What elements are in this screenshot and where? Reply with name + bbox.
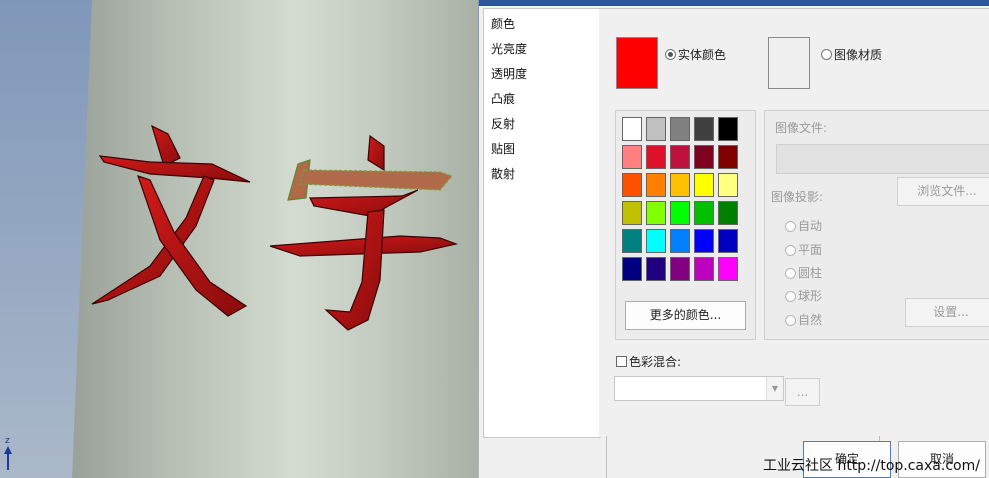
palette-swatch[interactable] <box>622 229 642 253</box>
category-bump[interactable]: 凸痕 <box>491 90 515 107</box>
palette-swatch[interactable] <box>694 173 714 197</box>
category-texture-map[interactable]: 贴图 <box>491 140 515 157</box>
image-file-label: 图像文件: <box>775 121 828 135</box>
projection-cylinder-label: 圆柱 <box>798 266 823 280</box>
current-color-swatch[interactable] <box>616 37 658 89</box>
palette-swatch[interactable] <box>718 117 738 141</box>
palette-swatch[interactable] <box>694 201 714 225</box>
watermark-text: 工业云社区 http://top.caxa.com/ <box>763 458 980 474</box>
color-settings-panel: 实体颜色 图像材质 更多的颜色... 图像文件: 浏览文件... 图像投影: 自… <box>599 8 989 437</box>
color-blend-checkbox[interactable] <box>616 356 627 367</box>
palette-swatch[interactable] <box>670 117 690 141</box>
projection-auto-radio[interactable] <box>785 221 796 232</box>
projection-settings-button[interactable]: 设置... <box>905 298 989 327</box>
solid-color-label: 实体颜色 <box>678 48 727 62</box>
category-glossiness[interactable]: 光亮度 <box>491 40 527 57</box>
viewport-scene <box>0 0 480 478</box>
browse-file-button[interactable]: 浏览文件... <box>897 177 989 206</box>
image-texture-label: 图像材质 <box>834 48 883 62</box>
image-texture-radio[interactable] <box>821 49 832 60</box>
category-color[interactable]: 颜色 <box>491 15 515 32</box>
3d-viewport[interactable]: z <box>0 0 480 478</box>
footer-divider <box>606 436 607 478</box>
palette-swatch[interactable] <box>694 117 714 141</box>
palette-swatch[interactable] <box>670 173 690 197</box>
palette-swatch[interactable] <box>670 145 690 169</box>
image-file-group: 图像文件: 浏览文件... 图像投影: 自动 平面 圆柱 球形 自然 设置... <box>764 110 989 340</box>
palette-swatch[interactable] <box>718 229 738 253</box>
palette-swatch[interactable] <box>694 257 714 281</box>
projection-sphere-label: 球形 <box>798 289 823 303</box>
palette-swatch[interactable] <box>646 201 666 225</box>
image-file-field[interactable] <box>776 144 989 174</box>
palette-swatch[interactable] <box>718 173 738 197</box>
palette-swatch[interactable] <box>646 173 666 197</box>
palette-swatch[interactable] <box>718 201 738 225</box>
palette-swatch[interactable] <box>622 257 642 281</box>
more-colors-button[interactable]: 更多的颜色... <box>625 301 746 330</box>
material-dialog: 颜色 光亮度 透明度 凸痕 反射 贴图 散射 实体颜色 图像材质 更多的颜色..… <box>479 0 989 478</box>
color-blend-select[interactable]: ▼ <box>614 376 784 401</box>
image-texture-swatch[interactable] <box>768 37 810 89</box>
category-list[interactable]: 颜色 光亮度 透明度 凸痕 反射 贴图 散射 <box>483 8 601 438</box>
projection-natural-label: 自然 <box>798 313 823 327</box>
dialog-titlebar <box>479 0 989 6</box>
palette-swatch[interactable] <box>646 145 666 169</box>
projection-plane-label: 平面 <box>798 243 823 257</box>
category-reflection[interactable]: 反射 <box>491 115 515 132</box>
projection-natural-radio[interactable] <box>785 315 796 326</box>
palette-swatch[interactable] <box>670 257 690 281</box>
palette-swatch[interactable] <box>622 201 642 225</box>
palette-swatch[interactable] <box>694 229 714 253</box>
color-palette <box>622 117 742 287</box>
palette-swatch[interactable] <box>622 117 642 141</box>
category-scatter[interactable]: 散射 <box>491 165 515 182</box>
palette-swatch[interactable] <box>646 229 666 253</box>
projection-auto-label: 自动 <box>798 219 823 233</box>
palette-group: 更多的颜色... <box>615 110 756 340</box>
palette-swatch[interactable] <box>694 145 714 169</box>
projection-sphere-radio[interactable] <box>785 291 796 302</box>
palette-swatch[interactable] <box>646 117 666 141</box>
axis-z-label: z <box>5 436 10 446</box>
color-blend-label: 色彩混合: <box>629 355 682 369</box>
palette-swatch[interactable] <box>622 145 642 169</box>
projection-cylinder-radio[interactable] <box>785 268 796 279</box>
chevron-down-icon: ▼ <box>766 377 783 400</box>
palette-swatch[interactable] <box>646 257 666 281</box>
color-blend-ellipsis-button[interactable]: ... <box>785 378 820 406</box>
solid-color-radio[interactable] <box>665 49 676 60</box>
palette-swatch[interactable] <box>670 201 690 225</box>
palette-swatch[interactable] <box>718 257 738 281</box>
category-transparency[interactable]: 透明度 <box>491 65 527 82</box>
palette-swatch[interactable] <box>622 173 642 197</box>
projection-plane-radio[interactable] <box>785 245 796 256</box>
palette-swatch[interactable] <box>670 229 690 253</box>
palette-swatch[interactable] <box>718 145 738 169</box>
image-projection-label: 图像投影: <box>771 190 824 204</box>
